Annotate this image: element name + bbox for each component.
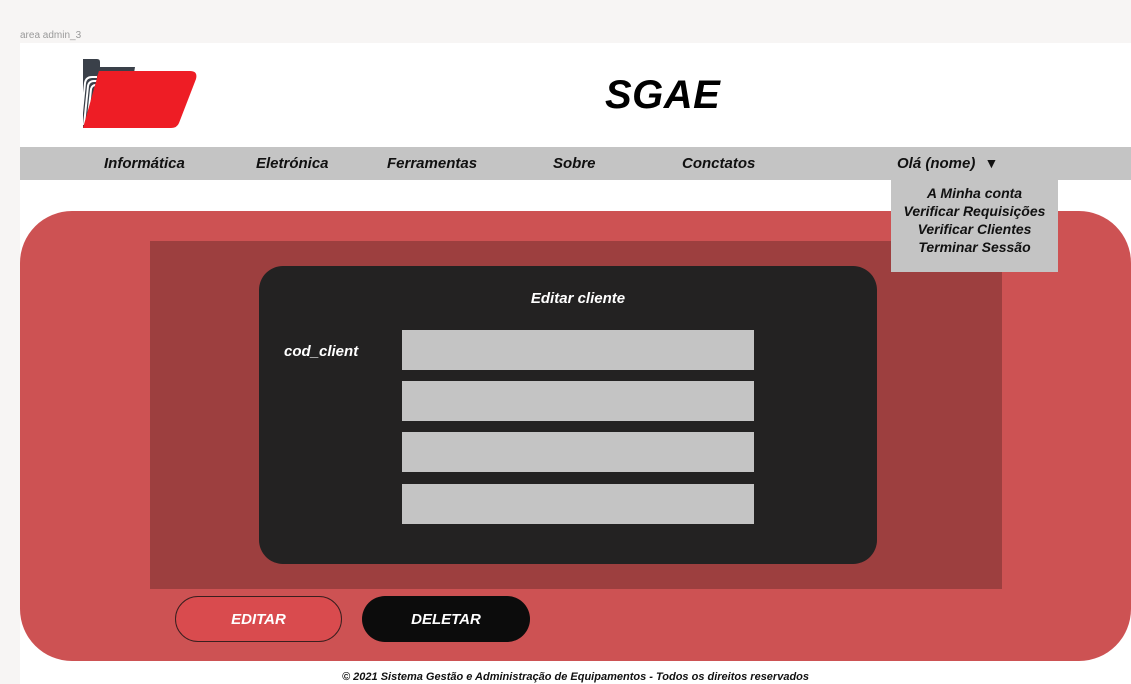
- nav-item-informatica[interactable]: Informática: [104, 155, 185, 172]
- user-dropdown-menu: A Minha conta Verificar Requisições Veri…: [891, 180, 1058, 272]
- card-title: Editar cliente: [530, 290, 626, 307]
- caret-down-icon: ▼: [984, 155, 999, 171]
- user-menu-toggle[interactable]: Olá (nome) ▼: [897, 155, 998, 172]
- frame-label: area admin_3: [20, 30, 82, 41]
- menu-item-logout[interactable]: Terminar Sessão: [891, 238, 1058, 256]
- cod-client-input[interactable]: [402, 330, 754, 370]
- nav-item-sobre[interactable]: Sobre: [553, 155, 596, 172]
- nav-item-ferramentas[interactable]: Ferramentas: [387, 155, 477, 172]
- main-navbar: Informática Eletrónica Ferramentas Sobre…: [20, 147, 1131, 180]
- footer-copyright: © 2021 Sistema Gestão e Administração de…: [342, 671, 809, 683]
- menu-item-check-requests[interactable]: Verificar Requisições: [891, 202, 1058, 220]
- page-artboard: SGAE Informática Eletrónica Ferramentas …: [20, 43, 1131, 684]
- client-field-3[interactable]: [402, 432, 754, 472]
- menu-item-check-clients[interactable]: Verificar Clientes: [891, 220, 1058, 238]
- cod-client-label: cod_client: [284, 343, 359, 360]
- edit-button[interactable]: EDITAR: [175, 596, 342, 642]
- nav-item-eletronica[interactable]: Eletrónica: [256, 155, 329, 172]
- folder-logo-icon[interactable]: [75, 53, 200, 128]
- menu-item-my-account[interactable]: A Minha conta: [891, 184, 1058, 202]
- nav-item-conctatos[interactable]: Conctatos: [682, 155, 755, 172]
- user-greeting: Olá (nome): [897, 155, 976, 172]
- site-title: SGAE: [605, 73, 721, 117]
- client-field-2[interactable]: [402, 381, 754, 421]
- client-field-4[interactable]: [402, 484, 754, 524]
- delete-button[interactable]: DELETAR: [362, 596, 530, 642]
